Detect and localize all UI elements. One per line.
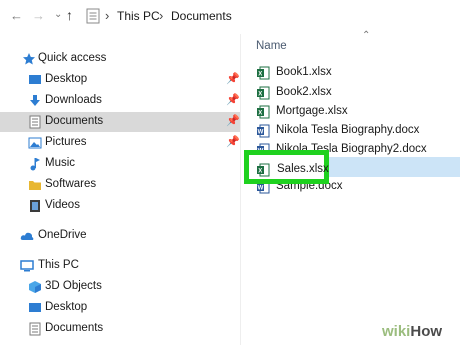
sidebar-item-downloads[interactable]: Downloads 📌 (0, 91, 240, 111)
videos-icon (30, 200, 40, 212)
folder-icon (29, 181, 41, 190)
sidebar-item-documents-pc[interactable]: Documents (0, 319, 240, 339)
pin-icon[interactable]: 📌 (226, 114, 240, 127)
excel-file-icon: X (257, 86, 270, 100)
wikihow-watermark: wikiHow (372, 318, 460, 345)
pictures-icon (28, 137, 42, 149)
excel-file-icon: X (257, 105, 270, 119)
sidebar-item-documents[interactable]: Documents 📌 (0, 112, 240, 132)
watermark-wiki: wiki (382, 323, 411, 340)
svg-text:X: X (258, 111, 262, 117)
file-name: Mortgage.xlsx (276, 105, 348, 117)
up-arrow-icon[interactable]: ↑ (66, 8, 73, 22)
computer-icon (20, 260, 34, 272)
desktop-icon (29, 303, 41, 312)
breadcrumb-separator-icon: › (105, 8, 110, 23)
pin-icon[interactable]: 📌 (226, 135, 240, 148)
sidebar-item-quick-access[interactable]: Quick access (0, 49, 240, 69)
svg-text:X: X (258, 92, 262, 98)
sidebar-item-onedrive[interactable]: OneDrive (0, 226, 240, 246)
pin-icon[interactable]: 📌 (226, 72, 240, 85)
sidebar-item-3d-objects[interactable]: 3D Objects (0, 277, 240, 297)
sidebar-item-label: This PC (38, 259, 79, 271)
file-name: Book2.xlsx (276, 86, 332, 98)
sidebar-item-label: Music (45, 157, 76, 169)
sidebar-item-label: 3D Objects (45, 280, 102, 292)
watermark-how: How (410, 323, 443, 340)
sidebar-item-label: Documents (45, 322, 104, 334)
sidebar-item-this-pc[interactable]: This PC (0, 256, 240, 276)
file-name: Book1.xlsx (276, 66, 332, 78)
pin-icon[interactable]: 📌 (226, 93, 240, 106)
pane-divider[interactable] (240, 34, 241, 345)
watermark-text: wikiHow (382, 323, 442, 340)
download-icon (30, 95, 40, 106)
sidebar-item-desktop[interactable]: Desktop 📌 (0, 70, 240, 90)
breadcrumb-item-documents[interactable]: Documents (171, 9, 232, 23)
sidebar-item-label: Desktop (45, 73, 88, 85)
sidebar-item-label: Softwares (45, 178, 97, 190)
sidebar-item-label: Desktop (45, 301, 88, 313)
file-name: Nikola Tesla Biography.docx (276, 124, 420, 136)
file-row-tesla-biography[interactable]: W Nikola Tesla Biography.docx (250, 121, 460, 141)
back-arrow-icon[interactable]: ← (10, 9, 23, 23)
sidebar-item-videos[interactable]: Videos (0, 196, 240, 216)
sidebar-item-label: Videos (45, 199, 80, 211)
svg-text:W: W (258, 130, 264, 136)
documents-location-icon (86, 8, 100, 24)
sidebar-item-label: Quick access (38, 52, 107, 64)
documents-icon (29, 115, 41, 129)
star-icon (23, 53, 35, 65)
sidebar-item-label: Documents (45, 115, 104, 127)
svg-text:X: X (258, 169, 262, 175)
sidebar-item-label: Downloads (45, 94, 102, 106)
music-icon (30, 158, 40, 171)
breadcrumb-item-this-pc[interactable]: This PC (117, 9, 160, 23)
word-file-icon: W (257, 124, 270, 138)
navigation-pane: Quick access Desktop 📌 Downloads 📌 Docum… (0, 34, 240, 345)
documents-icon (29, 322, 41, 336)
excel-file-icon: X (257, 66, 270, 80)
svg-text:W: W (258, 186, 264, 192)
file-row-book1[interactable]: X Book1.xlsx (250, 63, 460, 83)
sidebar-item-softwares[interactable]: Softwares (0, 175, 240, 195)
sidebar-item-label: OneDrive (38, 229, 87, 241)
file-name: Sales.xlsx (277, 163, 329, 175)
desktop-icon (29, 75, 41, 84)
sort-caret-icon: ⌃ (362, 30, 371, 41)
forward-arrow-icon[interactable]: → (32, 9, 45, 23)
breadcrumb-separator-icon: › (159, 8, 164, 23)
sidebar-item-pictures[interactable]: Pictures 📌 (0, 133, 240, 153)
column-header-name[interactable]: Name (256, 40, 287, 52)
excel-file-icon: X (257, 163, 270, 177)
file-row-book2[interactable]: X Book2.xlsx (250, 83, 460, 103)
navigation-bar: ← → ⌄ ↑ › This PC › Documents (0, 0, 460, 34)
sidebar-item-desktop-pc[interactable]: Desktop (0, 298, 240, 318)
file-row-mortgage[interactable]: X Mortgage.xlsx (250, 102, 460, 122)
sales-file-highlight[interactable]: X Sales.xlsx (244, 150, 329, 184)
cloud-icon (20, 232, 34, 240)
sidebar-item-label: Pictures (45, 136, 87, 148)
cube-icon (29, 281, 41, 293)
chevron-down-icon[interactable]: ⌄ (54, 8, 62, 22)
sidebar-item-music[interactable]: Music (0, 154, 240, 174)
svg-text:X: X (258, 72, 262, 78)
